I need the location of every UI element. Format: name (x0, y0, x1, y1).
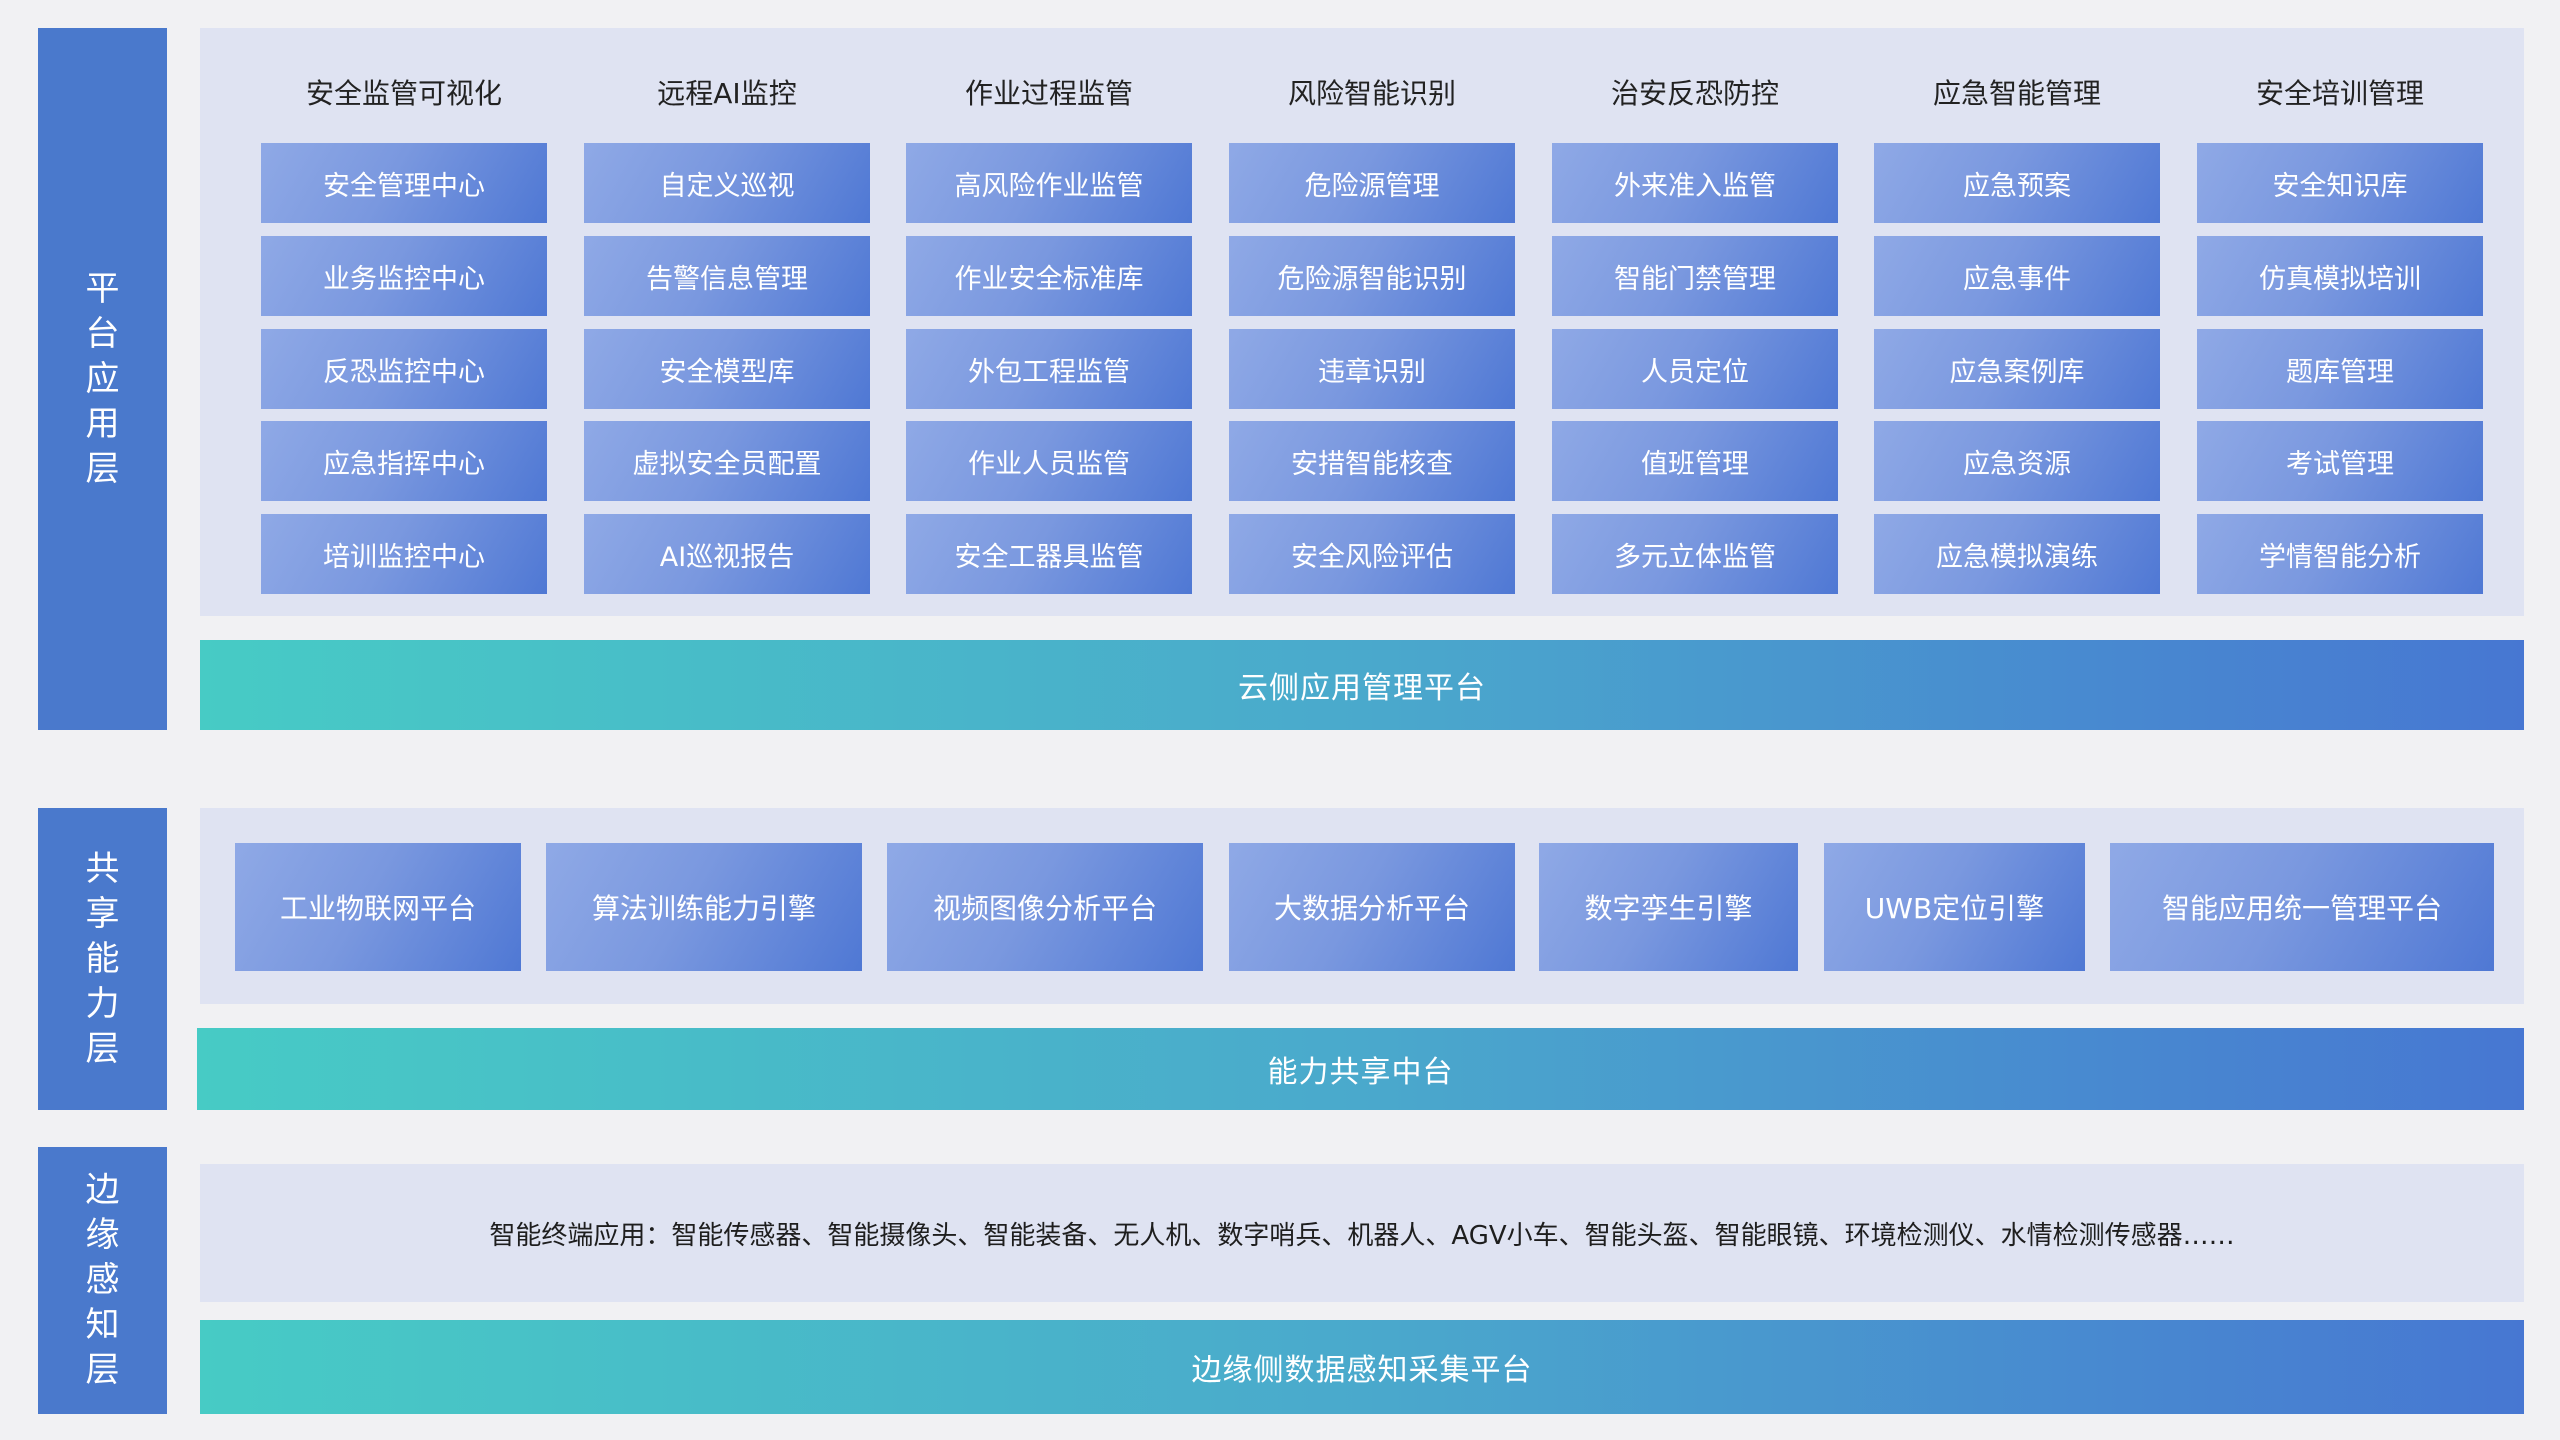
layer-label-platform: 平台应用层 (38, 28, 167, 730)
module-box[interactable]: 危险源智能识别 (1229, 236, 1515, 316)
module-box[interactable]: 作业安全标准库 (906, 236, 1192, 316)
column-title: 安全监管可视化 (305, 77, 502, 110)
module-box[interactable]: 虚拟安全员配置 (584, 421, 870, 501)
module-box[interactable]: 应急指挥中心 (261, 421, 547, 501)
module-box[interactable]: 考试管理 (2197, 421, 2483, 501)
module-box[interactable]: 安全风险评估 (1229, 514, 1515, 594)
module-box[interactable]: 安全管理中心 (261, 143, 547, 223)
module-box[interactable]: 多元立体监管 (1552, 514, 1838, 594)
module-box[interactable]: 应急事件 (1874, 236, 2160, 316)
column-title: 安全培训管理 (2255, 77, 2424, 110)
module-box[interactable]: AI巡视报告 (584, 514, 870, 594)
capability-box[interactable]: 数字孪生引擎 (1539, 843, 1798, 971)
module-box[interactable]: 外包工程监管 (906, 329, 1192, 409)
module-box[interactable]: 高风险作业监管 (906, 143, 1192, 223)
layer-label-edge-text: 边缘感知层 (85, 1170, 120, 1390)
module-box[interactable]: 应急预案 (1874, 143, 2160, 223)
cloud-platform-band-label: 云侧应用管理平台 (1238, 671, 1486, 706)
layer-label-edge: 边缘感知层 (38, 1147, 167, 1414)
module-box[interactable]: 安全知识库 (2197, 143, 2483, 223)
capability-box[interactable]: 视频图像分析平台 (887, 843, 1203, 971)
layer-label-shared-text: 共享能力层 (85, 848, 120, 1069)
cloud-platform-band: 云侧应用管理平台 (200, 640, 2524, 730)
column-title: 作业过程监管 (964, 77, 1133, 110)
capability-box[interactable]: 算法训练能力引擎 (546, 843, 862, 971)
shared-center-band: 能力共享中台 (197, 1028, 2524, 1110)
edge-terminal-text: 智能终端应用：智能传感器、智能摄像头、智能装备、无人机、数字哨兵、机器人、AGV… (489, 1220, 2235, 1251)
module-box[interactable]: 违章识别 (1229, 329, 1515, 409)
module-box[interactable]: 作业人员监管 (906, 421, 1192, 501)
edge-collection-band-label: 边缘侧数据感知采集平台 (1191, 1353, 1533, 1388)
capability-box[interactable]: 工业物联网平台 (235, 843, 521, 971)
module-box[interactable]: 人员定位 (1552, 329, 1838, 409)
module-box[interactable]: 自定义巡视 (584, 143, 870, 223)
capability-box[interactable]: 大数据分析平台 (1229, 843, 1515, 971)
module-box[interactable]: 值班管理 (1552, 421, 1838, 501)
module-box[interactable]: 业务监控中心 (261, 236, 547, 316)
edge-collection-band: 边缘侧数据感知采集平台 (200, 1320, 2524, 1414)
shared-center-band-label: 能力共享中台 (1267, 1055, 1454, 1090)
module-box[interactable]: 题库管理 (2197, 329, 2483, 409)
capability-box[interactable]: UWB定位引擎 (1824, 843, 2085, 971)
module-box[interactable]: 安全工器具监管 (906, 514, 1192, 594)
column-title: 远程AI监控 (657, 77, 797, 110)
layer-label-platform-text: 平台应用层 (85, 268, 120, 489)
module-box[interactable]: 培训监控中心 (261, 514, 547, 594)
module-box[interactable]: 学情智能分析 (2197, 514, 2483, 594)
layer-label-shared: 共享能力层 (38, 808, 167, 1110)
module-box[interactable]: 应急模拟演练 (1874, 514, 2160, 594)
capability-box[interactable]: 智能应用统一管理平台 (2110, 843, 2494, 971)
module-box[interactable]: 告警信息管理 (584, 236, 870, 316)
column-title: 应急智能管理 (1932, 77, 2101, 110)
module-box[interactable]: 应急资源 (1874, 421, 2160, 501)
module-box[interactable]: 危险源管理 (1229, 143, 1515, 223)
module-box[interactable]: 仿真模拟培训 (2197, 236, 2483, 316)
module-box[interactable]: 智能门禁管理 (1552, 236, 1838, 316)
module-box[interactable]: 外来准入监管 (1552, 143, 1838, 223)
column-title: 治安反恐防控 (1610, 77, 1779, 110)
column-title: 风险智能识别 (1287, 77, 1456, 110)
module-box[interactable]: 安措智能核查 (1229, 421, 1515, 501)
module-box[interactable]: 反恐监控中心 (261, 329, 547, 409)
module-box[interactable]: 应急案例库 (1874, 329, 2160, 409)
module-box[interactable]: 安全模型库 (584, 329, 870, 409)
